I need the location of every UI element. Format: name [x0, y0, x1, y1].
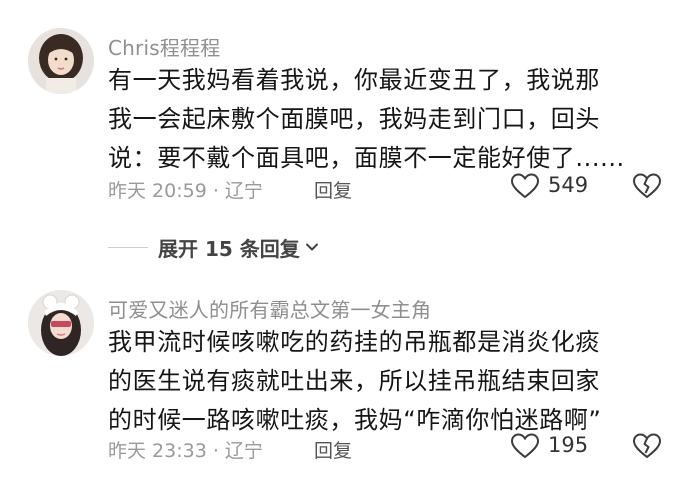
- reply-button[interactable]: 回复: [314, 436, 352, 463]
- comment-text: 我甲流时候咳嗽吃的药挂的吊瓶都是消炎化痰 的医生说有痰就吐出来，所以挂吊瓶结束回…: [108, 323, 668, 440]
- heart-outline-icon[interactable]: [510, 432, 540, 460]
- comment-meta: 昨天 23:33 · 辽宁 回复: [108, 436, 352, 463]
- avatar[interactable]: [28, 290, 94, 356]
- comment-item: 可爱又迷人的所有霸总文第一女主角 我甲流时候咳嗽吃的药挂的吊瓶都是消炎化痰 的医…: [0, 0, 690, 482]
- like-count: 195: [548, 433, 589, 457]
- comment-timestamp: 昨天 23:33 · 辽宁: [108, 440, 263, 462]
- broken-heart-icon[interactable]: [632, 432, 662, 460]
- comment-text-line: 我甲流时候咳嗽吃的药挂的吊瓶都是消炎化痰: [108, 328, 600, 356]
- comment-username[interactable]: 可爱又迷人的所有霸总文第一女主角: [108, 294, 431, 323]
- comment-text-line: 的医生说有痰就吐出来，所以挂吊瓶结束回家: [108, 367, 600, 395]
